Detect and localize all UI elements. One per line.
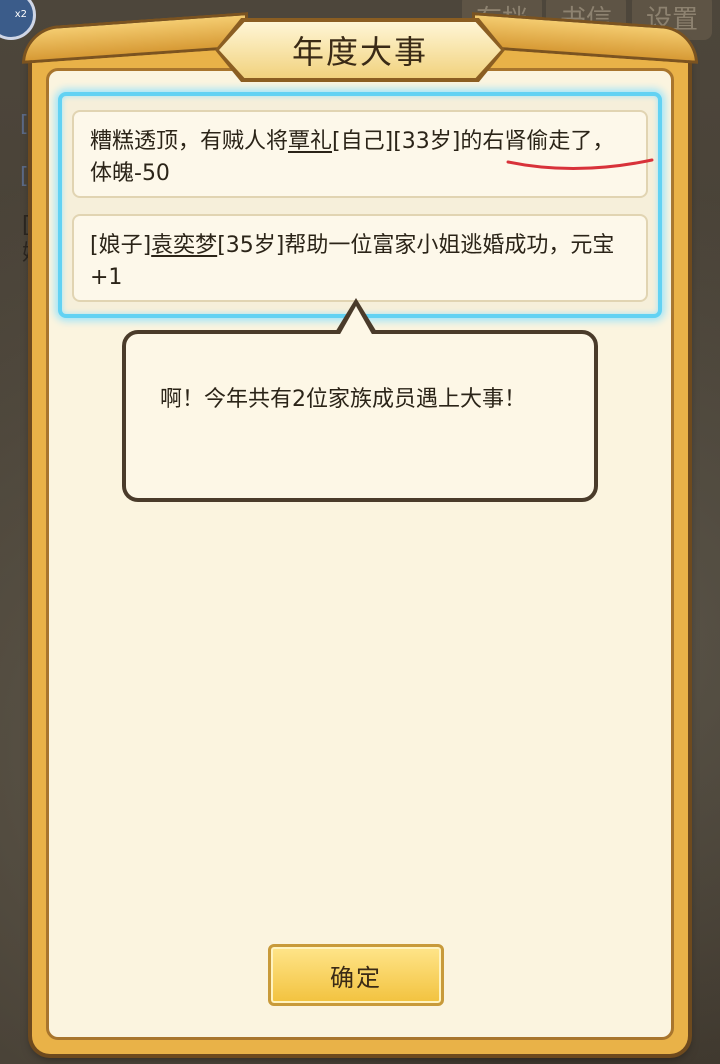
summary-text: 啊！今年共有2位家族成员遇上大事！ — [160, 387, 526, 412]
dialog-title: 年度大事 — [291, 33, 428, 71]
member-name-link[interactable]: 覃礼 — [288, 129, 332, 154]
event-item: [娘子]袁奕梦[35岁]帮助一位富家小姐逃婚成功，元宝+1 — [72, 214, 648, 302]
red-underline-annotation — [506, 158, 654, 171]
confirm-button[interactable]: 确定 — [268, 944, 444, 1006]
event-item: 糟糕透顶，有贼人将覃礼[自己][33岁]的右肾偷走了，体魄-50 — [72, 110, 648, 198]
summary-bubble: 啊！今年共有2位家族成员遇上大事！ — [122, 330, 598, 502]
event-list: 糟糕透顶，有贼人将覃礼[自己][33岁]的右肾偷走了，体魄-50 [娘子]袁奕梦… — [58, 92, 662, 318]
member-name-link[interactable]: 袁奕梦 — [151, 233, 217, 258]
avatar-badge: x2 — [14, 9, 27, 20]
title-plaque: 年度大事 — [215, 18, 505, 82]
